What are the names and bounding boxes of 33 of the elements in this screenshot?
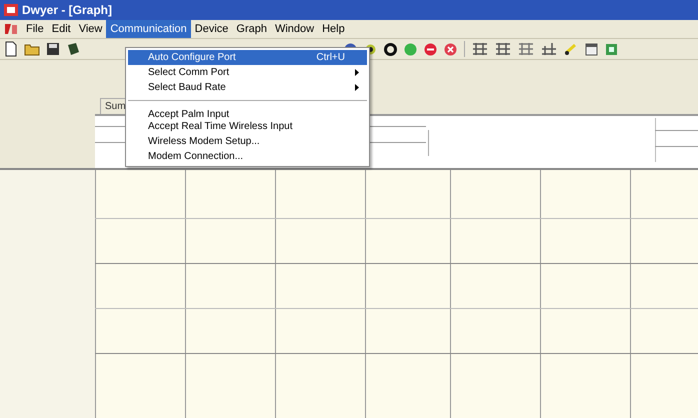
- menu-option[interactable]: Auto Configure Port Ctrl+U: [128, 50, 367, 65]
- menu-item[interactable]: File: [22, 20, 48, 38]
- menu-item[interactable]: Graph: [232, 20, 271, 38]
- menu-option[interactable]: Accept Palm Input: [128, 95, 367, 119]
- menu-item[interactable]: Device: [190, 20, 232, 38]
- stop-icon[interactable]: [424, 42, 437, 56]
- menu-item[interactable]: Window: [270, 20, 318, 38]
- submenu-arrow-icon: [355, 69, 359, 76]
- window-icon[interactable]: [585, 42, 598, 56]
- new-document-icon[interactable]: [4, 41, 18, 57]
- grid-icon[interactable]: [541, 42, 557, 56]
- grid-icon[interactable]: [518, 42, 534, 56]
- save-icon[interactable]: [46, 42, 60, 56]
- menu-item[interactable]: View: [74, 20, 106, 38]
- window-title: Dwyer - [Graph]: [22, 2, 112, 19]
- menu-option[interactable]: Modem Connection...: [128, 149, 367, 164]
- menu-item[interactable]: Edit: [48, 20, 75, 38]
- menu-item[interactable]: Help: [318, 20, 349, 38]
- app-icon: [4, 4, 18, 16]
- pencil-icon[interactable]: [564, 42, 578, 56]
- menu-option[interactable]: Accept Real Time Wireless Input: [128, 119, 367, 134]
- spreadsheet-icon[interactable]: [605, 42, 618, 56]
- menu-option[interactable]: Select Comm Port: [128, 65, 367, 80]
- document-icon[interactable]: [4, 23, 18, 35]
- submenu-arrow-icon: [355, 84, 359, 91]
- close-icon[interactable]: [444, 42, 457, 56]
- ring-icon[interactable]: [384, 42, 397, 56]
- grid-icon[interactable]: [472, 42, 488, 56]
- folder-icon[interactable]: [24, 42, 40, 56]
- menu-option[interactable]: Wireless Modem Setup...: [128, 134, 367, 149]
- grid-icon[interactable]: [495, 42, 511, 56]
- menu-item[interactable]: Communication: [106, 20, 191, 38]
- menu-option[interactable]: Select Baud Rate: [128, 80, 367, 95]
